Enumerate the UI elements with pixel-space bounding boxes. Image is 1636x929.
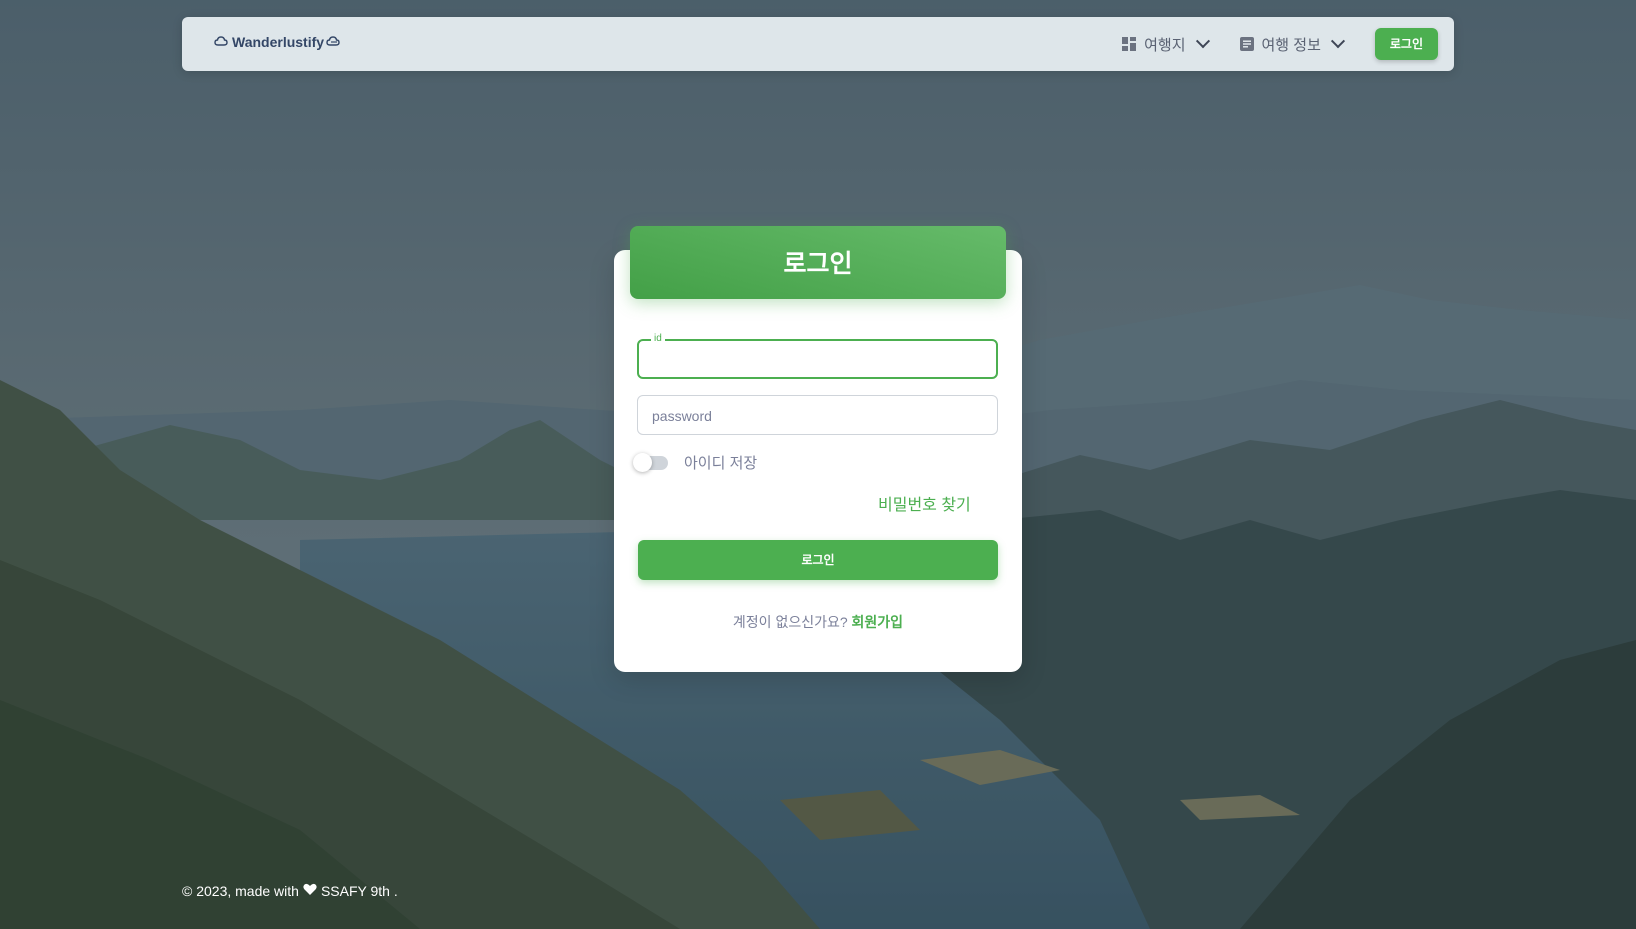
brand-name: Wanderlustify bbox=[232, 34, 325, 50]
id-field[interactable]: id bbox=[637, 333, 998, 379]
chevron-down-icon bbox=[1330, 34, 1345, 49]
remember-id-row: 아이디 저장 bbox=[633, 452, 758, 473]
login-submit-button[interactable]: 로그인 bbox=[638, 540, 998, 580]
nav-destinations[interactable]: 여행지 bbox=[1122, 34, 1210, 55]
cloud-left-icon bbox=[214, 34, 230, 50]
nav-travel-info[interactable]: 여행 정보 bbox=[1239, 34, 1345, 55]
cloud-right-icon bbox=[326, 34, 342, 50]
password-field[interactable]: password bbox=[637, 395, 998, 435]
find-password-link[interactable]: 비밀번호 찾기 bbox=[878, 491, 971, 515]
dashboard-icon bbox=[1122, 37, 1137, 51]
signup-link[interactable]: 회원가입 bbox=[852, 614, 904, 630]
password-placeholder: password bbox=[652, 408, 712, 424]
heart-icon bbox=[303, 883, 317, 899]
nav-destinations-label: 여행지 bbox=[1144, 36, 1186, 54]
nav-menu: 여행지 여행 정보 로그인 bbox=[1122, 28, 1438, 60]
login-card-title: 로그인 bbox=[630, 226, 1006, 299]
footer-suffix: SSAFY 9th . bbox=[320, 883, 398, 899]
footer-prefix: © 2023, made with bbox=[182, 883, 299, 899]
nav-travel-info-label: 여행 정보 bbox=[1261, 36, 1321, 54]
brand[interactable]: Wanderlustify bbox=[214, 34, 342, 50]
id-field-label: id bbox=[651, 333, 665, 344]
signup-row: 계정이 없으신가요? 회원가입 bbox=[614, 612, 1022, 632]
chevron-down-icon bbox=[1195, 34, 1210, 49]
remember-id-toggle[interactable] bbox=[633, 452, 668, 472]
footer: © 2023, made with SSAFY 9th . bbox=[182, 883, 398, 899]
no-account-text: 계정이 없으신가요? bbox=[732, 614, 848, 630]
toggle-knob bbox=[633, 452, 652, 472]
remember-id-label: 아이디 저장 bbox=[684, 455, 758, 472]
article-icon bbox=[1239, 37, 1254, 51]
nav-login-button[interactable]: 로그인 bbox=[1374, 28, 1438, 60]
navbar: Wanderlustify 여행지 여행 정보 로그인 bbox=[182, 17, 1454, 71]
